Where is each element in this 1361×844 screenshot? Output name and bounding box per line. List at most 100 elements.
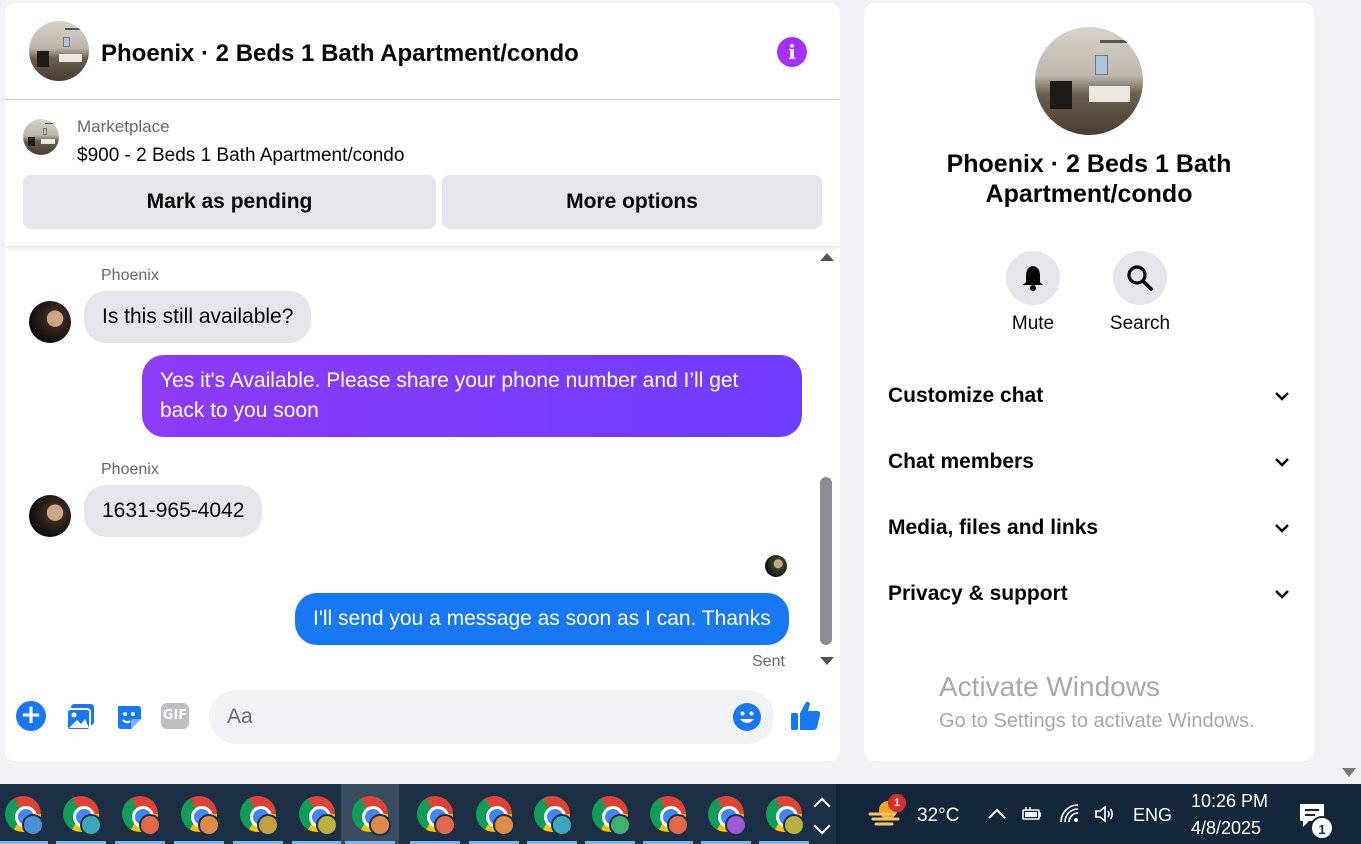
page-scroll-down-arrow[interactable] [1342, 768, 1356, 777]
section-label: Privacy & support [888, 582, 1068, 605]
mute-button[interactable]: Mute [993, 251, 1073, 335]
privacy-support-section[interactable]: Privacy & support [888, 574, 1290, 614]
info-avatar[interactable] [1035, 27, 1143, 135]
chrome-taskbar-button[interactable] [755, 784, 813, 844]
chevron-down-icon [1275, 524, 1289, 533]
profile-avatar-icon [139, 814, 161, 836]
chrome-taskbar-button[interactable] [581, 784, 639, 844]
search-label: Search [1109, 313, 1171, 334]
message-list: Phoenix Is this still available? Yes it'… [5, 248, 840, 678]
chrome-taskbar-button[interactable] [341, 784, 399, 844]
profile-avatar-icon [198, 814, 220, 836]
outgoing-message-bubble[interactable]: I'll send you a message as soon as I can… [295, 593, 789, 645]
chevron-up-icon[interactable] [813, 797, 831, 815]
message-sender-name: Phoenix [101, 461, 159, 478]
section-label: Chat members [888, 450, 1034, 473]
profile-avatar-icon [257, 814, 279, 836]
sticker-icon[interactable] [113, 701, 145, 733]
chrome-taskbar-button[interactable] [229, 784, 287, 844]
activate-windows-subtitle: Go to Settings to activate Windows. [939, 710, 1255, 732]
outgoing-message-bubble[interactable]: Yes it's Available. Please share your ph… [142, 355, 802, 437]
message-input[interactable] [209, 690, 774, 744]
notification-count-badge: 1 [1310, 816, 1334, 840]
customize-chat-section[interactable]: Customize chat [888, 376, 1290, 416]
profile-avatar-icon [551, 814, 573, 836]
profile-avatar-icon [80, 814, 102, 836]
taskbar-overflow-arrows[interactable] [812, 788, 834, 840]
chevron-down-icon [1275, 458, 1289, 467]
message-scrollbar[interactable] [818, 251, 834, 671]
bell-icon [1023, 266, 1043, 291]
conversation-title[interactable]: Phoenix · 2 Beds 1 Bath Apartment/condo [101, 40, 579, 68]
mute-label: Mute [1011, 313, 1055, 334]
scroll-thumb[interactable] [820, 477, 832, 645]
profile-avatar-icon [667, 814, 689, 836]
chevron-down-icon[interactable] [813, 817, 831, 835]
chrome-taskbar-button[interactable] [406, 784, 464, 844]
listing-thumbnail[interactable] [23, 119, 59, 155]
gif-icon[interactable]: GIF [161, 703, 189, 729]
clock-date[interactable]: 4/8/2025 [1191, 818, 1261, 839]
section-label: Media, files and links [888, 516, 1099, 539]
plus-icon[interactable]: + [16, 701, 46, 731]
taskbar: 1 32°C ENG 10:26 PM 4/8/2025 1 [0, 784, 1361, 844]
chat-members-section[interactable]: Chat members [888, 442, 1290, 482]
chevron-down-icon [1275, 392, 1289, 401]
listing-title[interactable]: $900 - 2 Beds 1 Bath Apartment/condo [77, 145, 404, 167]
activate-windows-title: Activate Windows [939, 671, 1160, 702]
info-icon[interactable]: i [777, 37, 807, 67]
emoji-icon[interactable] [732, 702, 762, 732]
info-title: Phoenix · 2 Beds 1 Bath Apartment/condo [946, 150, 1232, 208]
conversation-avatar[interactable] [29, 21, 89, 81]
volume-icon[interactable] [1093, 802, 1117, 826]
chrome-taskbar-button[interactable] [697, 784, 755, 844]
chrome-taskbar-button[interactable] [639, 784, 697, 844]
profile-avatar-icon [434, 814, 456, 836]
show-hidden-icons-icon[interactable] [985, 802, 1009, 826]
chevron-down-icon [1275, 590, 1289, 599]
wifi-icon[interactable] [1058, 802, 1082, 826]
listing-source: Marketplace [77, 117, 170, 136]
sent-status: Sent [752, 653, 785, 670]
incoming-message-bubble[interactable]: Is this still available? [84, 291, 312, 343]
incoming-message-bubble[interactable]: 1631-965-4042 [84, 485, 263, 537]
profile-avatar-icon [493, 814, 515, 836]
thumbs-up-icon[interactable] [789, 699, 823, 733]
chat-header: Phoenix · 2 Beds 1 Bath Apartment/condo … [5, 3, 840, 100]
profile-avatar-icon [369, 814, 391, 836]
sender-avatar[interactable] [29, 301, 71, 343]
chat-panel: Phoenix · 2 Beds 1 Bath Apartment/condo … [5, 3, 840, 761]
search-button[interactable]: Search [1100, 251, 1180, 335]
section-label: Customize chat [888, 384, 1044, 407]
profile-avatar-icon [783, 814, 805, 836]
scroll-down-arrow[interactable] [820, 657, 834, 665]
media-files-links-section[interactable]: Media, files and links [888, 508, 1290, 548]
chrome-taskbar-button[interactable] [288, 784, 346, 844]
more-options-button[interactable]: More options [442, 175, 822, 229]
battery-icon[interactable] [1020, 802, 1044, 826]
search-icon [1127, 265, 1153, 291]
chrome-taskbar-button[interactable] [0, 784, 52, 844]
profile-avatar-icon [609, 814, 631, 836]
chrome-taskbar-button[interactable] [465, 784, 523, 844]
message-sender-name: Phoenix [101, 267, 159, 284]
mark-as-pending-button[interactable]: Mark as pending [23, 175, 436, 229]
marketplace-listing-bar: Marketplace $900 - 2 Beds 1 Bath Apartme… [5, 101, 840, 246]
chrome-taskbar-button[interactable] [523, 784, 581, 844]
profile-avatar-icon [316, 814, 338, 836]
chrome-taskbar-button[interactable] [170, 784, 228, 844]
read-receipt-avatar [765, 555, 787, 577]
chat-info-panel: Phoenix · 2 Beds 1 Bath Apartment/condo … [864, 3, 1314, 761]
temperature[interactable]: 32°C [917, 805, 959, 827]
message-composer: + GIF [5, 683, 840, 761]
clock-time[interactable]: 10:26 PM [1191, 791, 1268, 812]
profile-avatar-icon [725, 814, 747, 836]
sender-avatar[interactable] [29, 495, 71, 537]
chrome-taskbar-button[interactable] [52, 784, 110, 844]
photo-icon[interactable] [65, 701, 97, 733]
chrome-taskbar-button[interactable] [111, 784, 169, 844]
scroll-up-arrow[interactable] [820, 253, 834, 261]
profile-avatar-icon [22, 814, 44, 836]
weather-badge: 1 [888, 794, 906, 812]
input-language[interactable]: ENG [1133, 805, 1172, 826]
